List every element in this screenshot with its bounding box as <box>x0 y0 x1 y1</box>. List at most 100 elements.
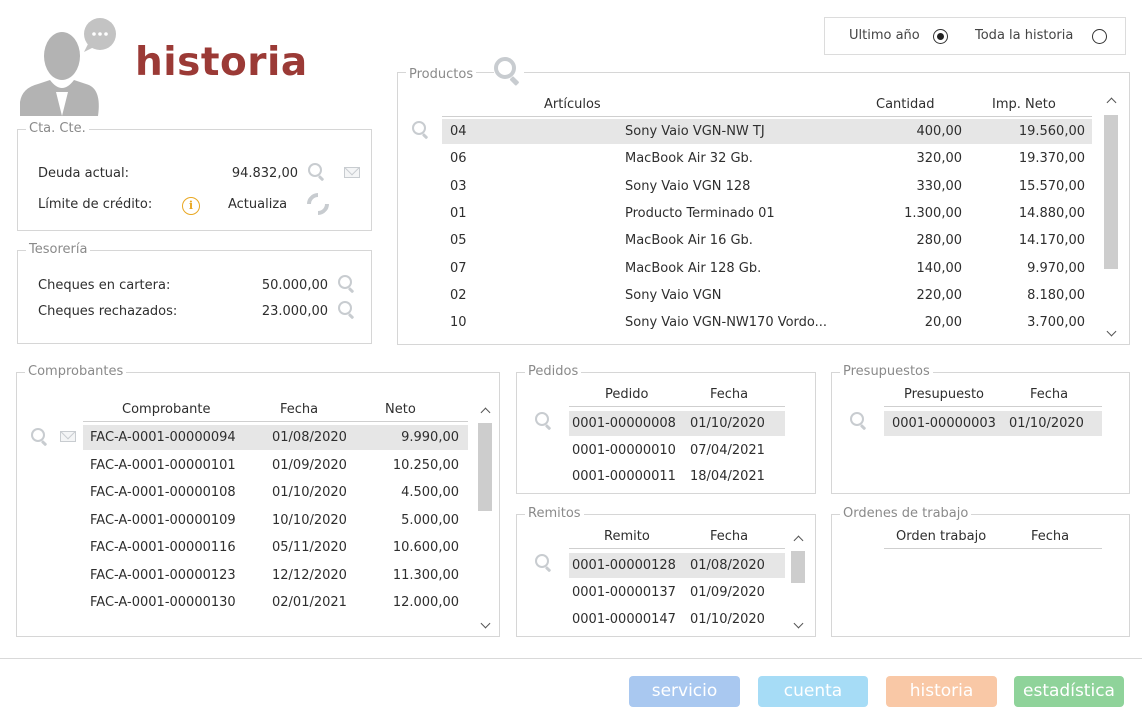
presupuestos-header-line <box>884 406 1102 407</box>
cell-articulo: MacBook Air 32 Gb. <box>625 151 753 167</box>
cell-cantidad: 220,00 <box>916 287 963 303</box>
table-row[interactable]: 0001-00000011 18/04/2021 <box>569 464 785 489</box>
pedido-search-icon[interactable] <box>535 412 553 430</box>
remito-search-icon[interactable] <box>535 554 553 572</box>
comprobantes-scrollbar[interactable] <box>476 401 494 633</box>
presupuestos-legend: Presupuestos <box>840 364 933 380</box>
cheques-rechazados-label: Cheques rechazados: <box>38 304 178 319</box>
cell-pedido: 0001-00000008 <box>572 416 676 431</box>
scroll-down-icon[interactable] <box>476 617 494 631</box>
refresh-icon[interactable] <box>302 188 334 220</box>
table-row[interactable]: FAC-A-0001-00000123 12/12/2020 11.300,00 <box>83 563 468 588</box>
cell-comprobante: FAC-A-0001-00000123 <box>90 567 236 583</box>
cell-codigo: 02 <box>450 287 467 303</box>
col-cantidad: Cantidad <box>876 97 935 112</box>
col-neto: Neto <box>385 402 416 417</box>
nav-historia-button[interactable]: historia <box>886 676 997 707</box>
table-row[interactable]: 0001-00000010 07/04/2021 <box>569 438 785 463</box>
scroll-up-icon[interactable] <box>789 533 807 548</box>
ordenes-panel: Ordenes de trabajo Orden trabajo Fecha <box>831 506 1130 637</box>
table-row[interactable]: FAC-A-0001-00000094 01/08/2020 9.990,00 <box>83 425 468 450</box>
col-remito: Remito <box>604 529 650 544</box>
table-row[interactable]: FAC-A-0001-00000109 10/10/2020 5.000,00 <box>83 508 468 533</box>
scroll-down-icon[interactable] <box>1102 325 1120 339</box>
footer-divider <box>0 658 1142 659</box>
credit-label: Límite de crédito: <box>38 197 153 212</box>
scroll-down-icon[interactable] <box>789 617 807 631</box>
pedidos-header-line <box>569 406 785 407</box>
cell-codigo: 07 <box>450 260 467 276</box>
table-row[interactable]: 06 MacBook Air 32 Gb. 320,00 19.370,00 <box>442 146 1092 171</box>
cell-neto: 12.000,00 <box>392 595 459 610</box>
productos-search-icon[interactable] <box>494 57 524 87</box>
scroll-up-icon[interactable] <box>476 405 494 420</box>
table-row[interactable]: 07 MacBook Air 128 Gb. 140,00 9.970,00 <box>442 256 1092 281</box>
comprobante-search-icon[interactable] <box>31 428 49 446</box>
table-row[interactable]: 0001-00000147 01/10/2020 <box>569 607 785 632</box>
cell-neto: 10.600,00 <box>392 540 459 555</box>
presupuesto-search-icon[interactable] <box>850 412 868 430</box>
remitos-legend: Remitos <box>525 506 584 522</box>
remitos-scrollbar[interactable] <box>789 529 807 633</box>
debt-mail-icon[interactable] <box>344 167 360 178</box>
cell-imp-neto: 3.700,00 <box>1027 315 1085 331</box>
table-row[interactable]: 10 Sony Vaio VGN-NW170 Vordo... 20,00 3.700… <box>442 310 1092 335</box>
nav-servicio-button[interactable]: servicio <box>629 676 740 707</box>
cell-cantidad: 320,00 <box>916 151 963 167</box>
debt-search-icon[interactable] <box>308 163 326 181</box>
cell-remito-fecha: 01/10/2020 <box>690 612 765 627</box>
scroll-thumb[interactable] <box>478 423 492 511</box>
table-row[interactable]: 0001-00000137 01/09/2020 <box>569 580 785 605</box>
cell-fecha: 01/09/2020 <box>272 457 347 473</box>
tesoreria-legend: Tesorería <box>26 242 91 258</box>
comprobantes-panel: Comprobantes Comprobante Fecha Neto FAC-… <box>16 364 500 637</box>
filter-all-history-radio[interactable] <box>1092 29 1107 44</box>
cell-cantidad: 400,00 <box>916 124 963 139</box>
productos-header-line <box>442 116 1092 117</box>
cell-remito: 0001-00000147 <box>572 612 676 627</box>
table-row[interactable]: 0001-00000008 01/10/2020 <box>569 411 785 436</box>
col-imp-neto: Imp. Neto <box>992 97 1056 112</box>
cell-comprobante: FAC-A-0001-00000101 <box>90 457 236 473</box>
row-search-icon[interactable] <box>412 121 430 139</box>
table-row[interactable]: 02 Sony Vaio VGN 220,00 8.180,00 <box>442 283 1092 308</box>
scroll-thumb[interactable] <box>1104 115 1118 269</box>
table-row[interactable]: 03 Sony Vaio VGN 128 330,00 15.570,00 <box>442 174 1092 199</box>
table-row[interactable]: 01 Producto Terminado 01 1.300,00 14.880,00 <box>442 201 1092 226</box>
table-row[interactable]: 0001-00000003 01/10/2020 <box>884 411 1102 436</box>
table-row[interactable]: 04 Sony Vaio VGN-NW TJ 400,00 19.560,00 <box>442 119 1092 144</box>
cheques-rechazados-value: 23.000,00 <box>261 304 328 319</box>
comprobante-mail-icon[interactable] <box>60 431 76 442</box>
info-icon[interactable]: i <box>182 197 200 215</box>
pedidos-legend: Pedidos <box>525 364 582 380</box>
table-row[interactable]: FAC-A-0001-00000101 01/09/2020 10.250,00 <box>83 453 468 478</box>
scroll-up-icon[interactable] <box>1102 95 1120 110</box>
cartera-search-icon[interactable] <box>338 275 356 293</box>
cell-imp-neto: 19.370,00 <box>1018 151 1085 167</box>
table-row[interactable]: FAC-A-0001-00000116 05/11/2020 10.600,00 <box>83 535 468 560</box>
cell-articulo: Producto Terminado 01 <box>625 205 775 221</box>
cell-articulo: MacBook Air 16 Gb. <box>625 233 753 249</box>
cell-neto: 10.250,00 <box>392 457 459 473</box>
table-row[interactable]: 0001-00000128 01/08/2020 <box>569 553 785 578</box>
table-row[interactable]: 05 MacBook Air 16 Gb. 280,00 14.170,00 <box>442 228 1092 253</box>
scroll-thumb[interactable] <box>791 551 805 583</box>
tesoreria-panel: Tesorería Cheques en cartera: 50.000,00 … <box>17 242 372 344</box>
productos-scrollbar[interactable] <box>1102 91 1120 341</box>
nav-estadistica-button[interactable]: estadística <box>1014 676 1124 707</box>
cheques-cartera-value: 50.000,00 <box>261 278 328 293</box>
filter-last-year-label: Ultimo año <box>849 28 920 43</box>
cell-codigo: 04 <box>450 124 467 139</box>
cell-presupuesto: 0001-00000003 <box>892 416 996 431</box>
cell-codigo: 05 <box>450 233 467 249</box>
remitos-header-line <box>569 548 785 549</box>
cell-pedido-fecha: 07/04/2021 <box>690 442 765 458</box>
cell-fecha: 05/11/2020 <box>272 540 347 555</box>
rechazados-search-icon[interactable] <box>338 301 356 319</box>
table-row[interactable]: FAC-A-0001-00000130 02/01/2021 12.000,00 <box>83 590 468 615</box>
nav-cuenta-button[interactable]: cuenta <box>758 676 868 707</box>
table-row[interactable]: FAC-A-0001-00000108 01/10/2020 4.500,00 <box>83 480 468 505</box>
cell-cantidad: 20,00 <box>924 315 962 331</box>
filter-last-year-radio[interactable] <box>933 29 948 44</box>
filter-all-history-label: Toda la historia <box>975 28 1074 43</box>
